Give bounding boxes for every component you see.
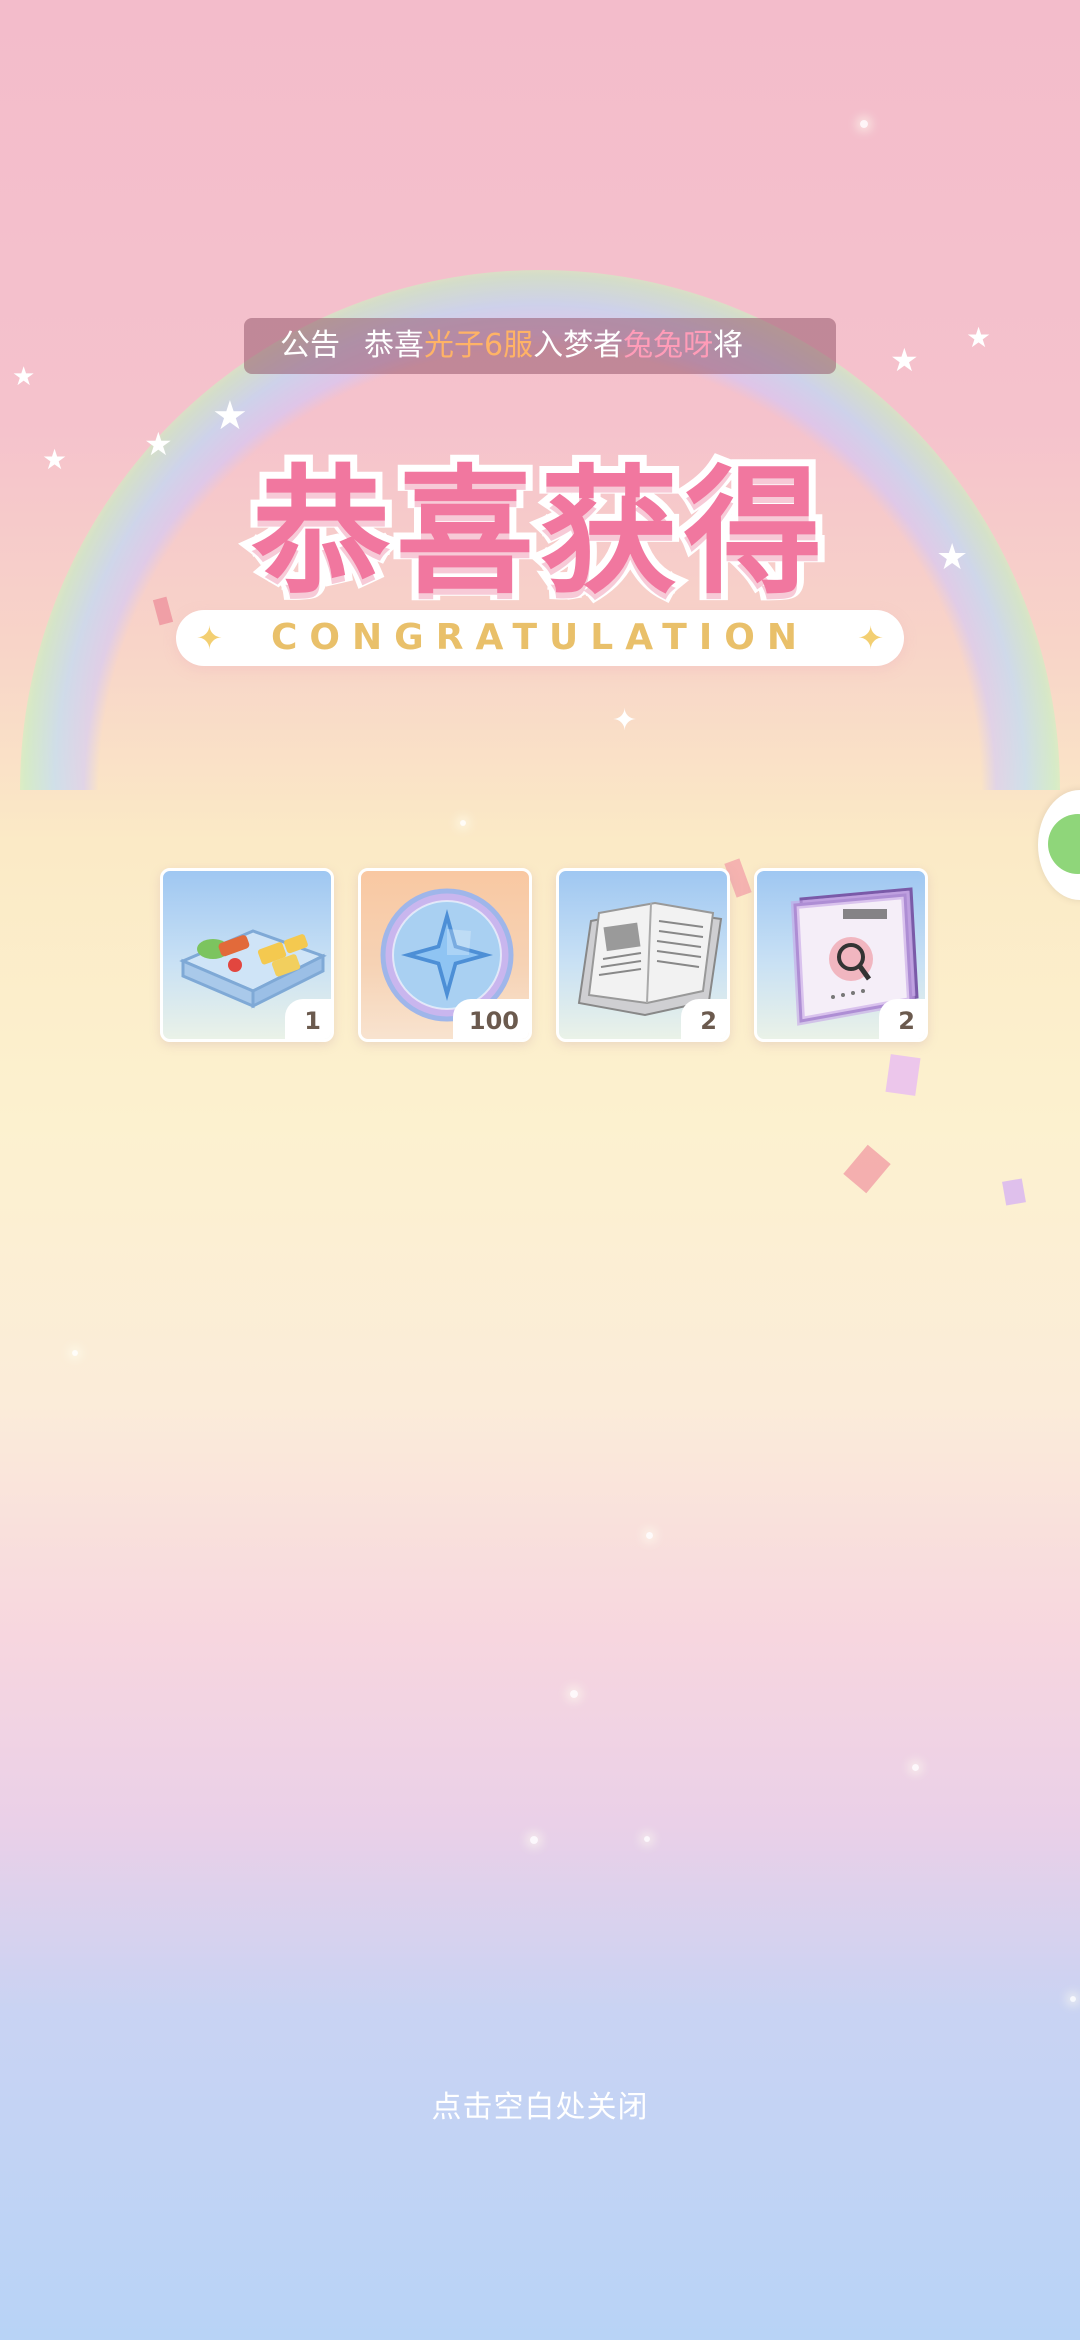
reward-quantity: 2 (879, 999, 925, 1039)
announcement-prefix: 恭喜 (364, 328, 424, 363)
reward-item-magazine[interactable]: 2 (754, 868, 928, 1042)
reward-item-star-coin[interactable]: 100 (358, 868, 532, 1042)
star-icon: ★ (12, 362, 36, 392)
announcement-label: 公告 (280, 328, 340, 363)
announcement-server: 光子6服 (424, 328, 534, 363)
confetti-piece (885, 1054, 921, 1096)
reward-quantity: 2 (681, 999, 727, 1039)
announcement-player: 兔兔呀 (623, 328, 714, 363)
tap-to-close-hint[interactable]: 点击空白处关闭 (0, 2082, 1080, 2126)
sparkle-dot (530, 1836, 538, 1844)
confetti-piece (843, 1144, 891, 1194)
reward-quantity: 1 (285, 999, 331, 1039)
sparkle-dot (72, 1350, 78, 1356)
sparkle-icon: ✦ (196, 619, 223, 657)
sparkle-dot (644, 1836, 650, 1842)
sparkle-dot (570, 1690, 578, 1698)
chat-bubble-icon (1048, 814, 1080, 874)
sparkle-icon: ✦ (857, 619, 884, 657)
announcement-suffix: 将 (713, 328, 744, 363)
congratulation-banner: ✦ CONGRATULATION ✦ (176, 610, 904, 666)
announcement-middle: 入梦者 (533, 328, 624, 363)
sparkle-dot (646, 1532, 653, 1539)
sparkle-dot (460, 820, 466, 826)
confetti-piece (1002, 1178, 1026, 1206)
reward-item-bento[interactable]: 1 (160, 868, 334, 1042)
reward-overlay[interactable]: ★ ★ ★ ★ ★ ★ ★ ✦ 公告 恭喜光子6服入梦者兔兔呀将 恭喜获得 ✦ C… (0, 0, 1080, 2340)
announcement-bar: 公告 恭喜光子6服入梦者兔兔呀将 (244, 318, 836, 374)
star-icon: ★ (966, 321, 992, 354)
reward-list: 1 100 2 2 (160, 868, 930, 1044)
congratulation-text: CONGRATULATION (271, 617, 809, 658)
reward-item-newspaper[interactable]: 2 (556, 868, 730, 1042)
reward-title: 恭喜获得 (245, 445, 829, 620)
star-icon: ★ (890, 341, 919, 379)
reward-quantity: 100 (452, 999, 529, 1039)
sparkle-dot (860, 120, 868, 128)
sparkle-icon: ✦ (612, 703, 638, 738)
sparkle-dot (1070, 1996, 1076, 2002)
floating-chat-button[interactable] (1038, 790, 1080, 900)
sparkle-dot (912, 1764, 919, 1771)
